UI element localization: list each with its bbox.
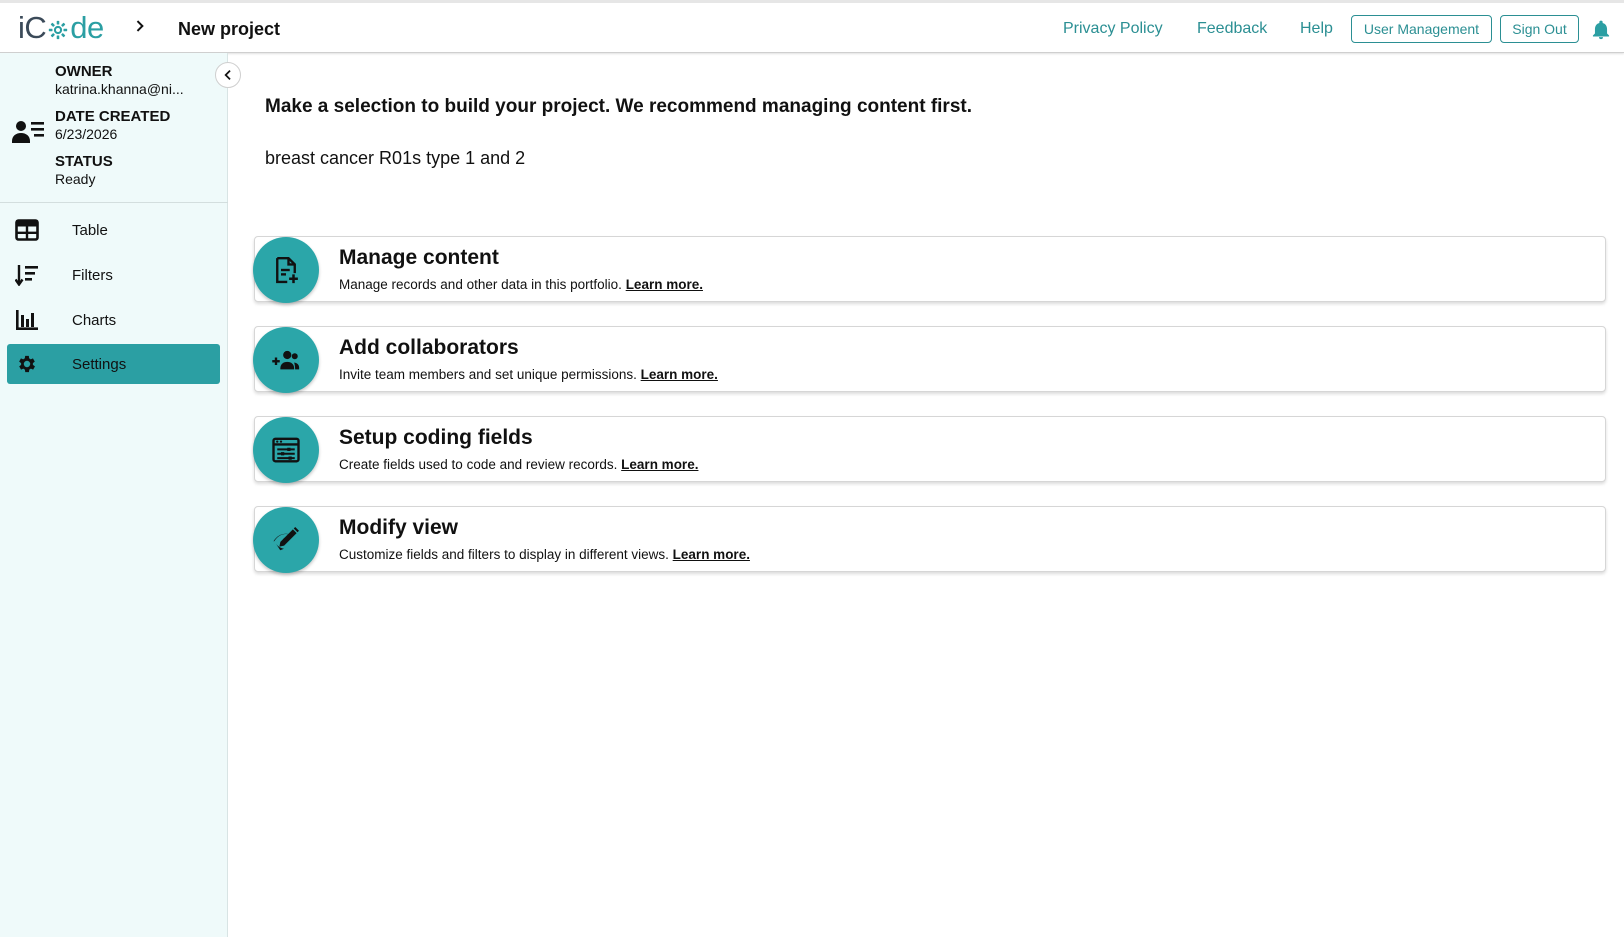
privacy-policy-link[interactable]: Privacy Policy [1063, 20, 1163, 38]
add-document-icon [276, 256, 298, 284]
sign-out-button[interactable]: Sign Out [1500, 15, 1579, 43]
chevron-left-icon [224, 70, 231, 80]
add-group-icon [272, 350, 300, 370]
owner-value: katrina.khanna@ni... [55, 81, 184, 97]
intro-text: Make a selection to build your project. … [265, 96, 972, 117]
sidebar-item-table[interactable]: Table [7, 210, 220, 250]
modify-view-card[interactable]: Modify view Customize fields and filters… [253, 506, 1606, 573]
add-collaborators-icon-circle [253, 327, 319, 393]
coding-fields-icon [272, 437, 300, 463]
icode-logo[interactable]: iC de [18, 10, 104, 45]
card-description-text: Create fields used to code and review re… [339, 457, 618, 472]
modify-view-icon-circle [253, 507, 319, 573]
card-description: Customize fields and filters to display … [339, 547, 750, 562]
collapse-sidebar-button[interactable] [215, 62, 241, 88]
manage-content-card[interactable]: Manage content Manage records and other … [253, 236, 1606, 303]
sidebar-item-charts[interactable]: Charts [7, 300, 220, 340]
gear-icon [19, 355, 35, 373]
card-title: Setup coding fields [339, 426, 533, 449]
card-title: Manage content [339, 246, 499, 269]
manage-content-icon-circle [253, 237, 319, 303]
learn-more-link[interactable]: Learn more. [621, 457, 698, 472]
sidebar-divider [0, 202, 228, 203]
date-created-value: 6/23/2026 [55, 126, 118, 142]
date-created-label: DATE CREATED [55, 108, 171, 125]
page-title: New project [178, 19, 281, 39]
add-collaborators-card[interactable]: Add collaborators Invite team members an… [253, 326, 1606, 393]
card-title: Add collaborators [339, 336, 519, 359]
card-description-text: Manage records and other data in this po… [339, 277, 622, 292]
user-management-button[interactable]: User Management [1351, 15, 1492, 43]
project-name: breast cancer R01s type 1 and 2 [265, 148, 526, 168]
logo-gear-icon [49, 20, 68, 40]
card-description: Create fields used to code and review re… [339, 457, 698, 472]
logo-text-suffix: de [70, 10, 104, 45]
setup-coding-fields-card[interactable]: Setup coding fields Create fields used t… [253, 416, 1606, 483]
learn-more-link[interactable]: Learn more. [673, 547, 750, 562]
sidebar: OWNER katrina.khanna@ni... DATE CREATED … [0, 53, 228, 937]
card-description: Manage records and other data in this po… [339, 277, 703, 292]
sidebar-item-filters[interactable]: Filters [7, 255, 220, 295]
charts-icon [16, 310, 38, 330]
setup-coding-fields-icon-circle [253, 417, 319, 483]
sidebar-item-label: Filters [72, 266, 113, 284]
learn-more-link[interactable]: Learn more. [626, 277, 703, 292]
notifications-bell-icon[interactable] [1590, 19, 1612, 41]
card-title: Modify view [339, 516, 459, 539]
sidebar-item-settings[interactable]: Settings [7, 344, 220, 384]
edit-view-icon [273, 527, 299, 551]
project-info-icon [12, 121, 44, 143]
card-description-text: Invite team members and set unique permi… [339, 367, 637, 382]
card-description: Invite team members and set unique permi… [339, 367, 718, 382]
status-label: STATUS [55, 153, 113, 170]
learn-more-link[interactable]: Learn more. [641, 367, 718, 382]
logo-text-prefix: iC [18, 10, 47, 45]
owner-label: OWNER [55, 63, 113, 80]
help-link[interactable]: Help [1300, 20, 1333, 38]
top-header: iC de New project Privacy Policy Feedbac… [0, 0, 1624, 53]
sidebar-item-label: Table [72, 221, 108, 239]
sidebar-item-label: Charts [72, 311, 117, 329]
feedback-link[interactable]: Feedback [1197, 20, 1267, 38]
card-description-text: Customize fields and filters to display … [339, 547, 669, 562]
table-icon [15, 219, 39, 241]
sidebar-item-label: Settings [72, 355, 127, 373]
status-value: Ready [55, 171, 96, 187]
breadcrumb-chevron-right-icon [136, 20, 144, 32]
filters-icon [15, 265, 38, 286]
